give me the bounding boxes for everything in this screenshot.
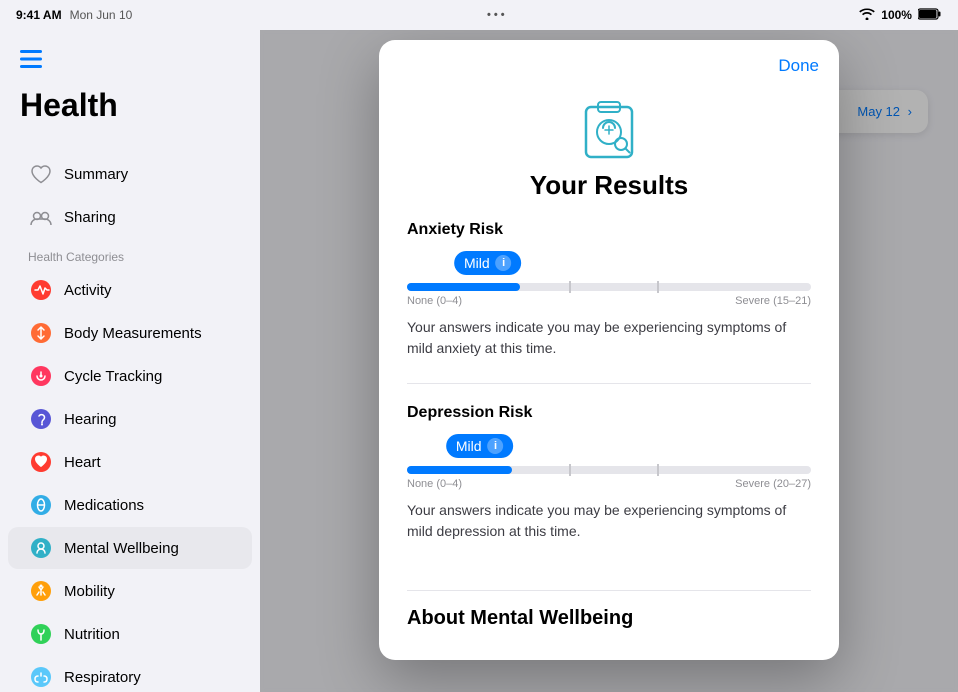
anxiety-info-icon[interactable]: i <box>496 255 512 271</box>
depression-marker-1 <box>569 464 571 476</box>
body-measurements-icon <box>28 320 54 346</box>
status-time: 9:41 AM <box>16 8 62 22</box>
done-button[interactable]: Done <box>778 56 819 76</box>
app-container: Health Summary <box>0 30 958 692</box>
battery-level: 100% <box>881 8 912 22</box>
depression-progress-track <box>407 466 811 474</box>
sidebar-item-hearing[interactable]: Hearing <box>8 398 252 440</box>
anxiety-progress-labels: None (0–4) Severe (15–21) <box>407 295 811 307</box>
status-day: Mon Jun 10 <box>70 8 133 22</box>
modal-overlay: Done <box>260 30 958 692</box>
sidebar-header: Health <box>0 42 260 152</box>
anxiety-risk-title: Anxiety Risk <box>407 221 811 239</box>
depression-description: Your answers indicate you may be experie… <box>407 500 811 542</box>
activity-label: Activity <box>64 282 112 299</box>
medications-icon <box>28 492 54 518</box>
cycle-tracking-label: Cycle Tracking <box>64 368 162 385</box>
sidebar: Health Summary <box>0 30 260 692</box>
sharing-icon <box>28 204 54 230</box>
nutrition-label: Nutrition <box>64 626 120 643</box>
battery-icon <box>918 8 942 23</box>
sidebar-item-heart[interactable]: Heart <box>8 441 252 483</box>
anxiety-mild-label: Mild <box>464 255 490 271</box>
anxiety-label-left: None (0–4) <box>407 295 462 307</box>
hearing-icon <box>28 406 54 432</box>
depression-progress-labels: None (0–4) Severe (20–27) <box>407 478 811 490</box>
anxiety-progress-fill <box>407 283 520 291</box>
sidebar-item-summary[interactable]: Summary <box>8 153 252 195</box>
depression-mild-badge[interactable]: Mild i <box>446 434 514 458</box>
anxiety-label-right: Severe (15–21) <box>735 295 811 307</box>
medications-label: Medications <box>64 497 144 514</box>
modal-title: Your Results <box>379 170 839 221</box>
respiratory-icon <box>28 664 54 690</box>
sidebar-item-cycle-tracking[interactable]: Cycle Tracking <box>8 355 252 397</box>
modal-icon-area <box>379 76 839 170</box>
sidebar-item-medications[interactable]: Medications <box>8 484 252 526</box>
about-divider <box>407 590 811 591</box>
sidebar-item-mobility[interactable]: Mobility <box>8 570 252 612</box>
cycle-tracking-icon <box>28 363 54 389</box>
status-bar-left: 9:41 AM Mon Jun 10 <box>16 8 132 22</box>
sharing-label: Sharing <box>64 209 116 226</box>
anxiety-marker-1 <box>569 281 571 293</box>
sidebar-item-respiratory[interactable]: Respiratory <box>8 656 252 692</box>
about-mental-wellbeing-title: About Mental Wellbeing <box>407 607 811 630</box>
depression-risk-section: Depression Risk Mild i <box>407 404 811 542</box>
depression-progress-fill <box>407 466 512 474</box>
ipad-frame: 9:41 AM Mon Jun 10 • • • 100% <box>0 0 958 692</box>
results-modal: Done <box>379 40 839 660</box>
categories-header: Health Categories <box>8 242 252 268</box>
about-section: About Mental Wellbeing <box>379 607 839 660</box>
activity-icon <box>28 277 54 303</box>
depression-label-right: Severe (20–27) <box>735 478 811 490</box>
main-content: isk May 12 › Done <box>260 30 958 692</box>
anxiety-progress-container <box>407 283 811 291</box>
status-bar-dots: • • • <box>487 9 505 21</box>
sidebar-item-sharing[interactable]: Sharing <box>8 196 252 238</box>
depression-info-icon[interactable]: i <box>488 438 504 454</box>
section-divider <box>407 383 811 384</box>
depression-badge-container: Mild i <box>407 434 811 458</box>
respiratory-label: Respiratory <box>64 669 141 686</box>
app-title: Health <box>20 87 240 124</box>
mobility-label: Mobility <box>64 583 115 600</box>
anxiety-marker-2 <box>657 281 659 293</box>
depression-progress-container <box>407 466 811 474</box>
depression-mild-label: Mild <box>456 438 482 454</box>
body-measurements-label: Body Measurements <box>64 325 202 342</box>
status-bar-right: 100% <box>859 8 942 23</box>
depression-label-left: None (0–4) <box>407 478 462 490</box>
mobility-icon <box>28 578 54 604</box>
anxiety-description: Your answers indicate you may be experie… <box>407 317 811 359</box>
mental-wellbeing-label: Mental Wellbeing <box>64 540 179 557</box>
heart-label: Heart <box>64 454 101 471</box>
mental-wellbeing-icon <box>574 92 644 162</box>
wifi-icon <box>859 8 875 23</box>
hearing-label: Hearing <box>64 411 117 428</box>
sidebar-item-mental-wellbeing[interactable]: Mental Wellbeing <box>8 527 252 569</box>
depression-marker-2 <box>657 464 659 476</box>
modal-body: Anxiety Risk Mild i <box>379 221 839 590</box>
anxiety-mild-badge[interactable]: Mild i <box>454 251 522 275</box>
mental-wellbeing-sidebar-icon <box>28 535 54 561</box>
modal-header: Done <box>379 40 839 76</box>
nutrition-icon <box>28 621 54 647</box>
sidebar-toggle-button[interactable] <box>20 50 240 73</box>
sidebar-item-activity[interactable]: Activity <box>8 269 252 311</box>
summary-icon <box>28 161 54 187</box>
status-bar: 9:41 AM Mon Jun 10 • • • 100% <box>0 0 958 30</box>
heart-icon <box>28 449 54 475</box>
anxiety-badge-container: Mild i <box>407 251 811 275</box>
depression-risk-title: Depression Risk <box>407 404 811 422</box>
sidebar-item-body-measurements[interactable]: Body Measurements <box>8 312 252 354</box>
sidebar-item-nutrition[interactable]: Nutrition <box>8 613 252 655</box>
summary-label: Summary <box>64 166 128 183</box>
anxiety-risk-section: Anxiety Risk Mild i <box>407 221 811 359</box>
anxiety-progress-track <box>407 283 811 291</box>
